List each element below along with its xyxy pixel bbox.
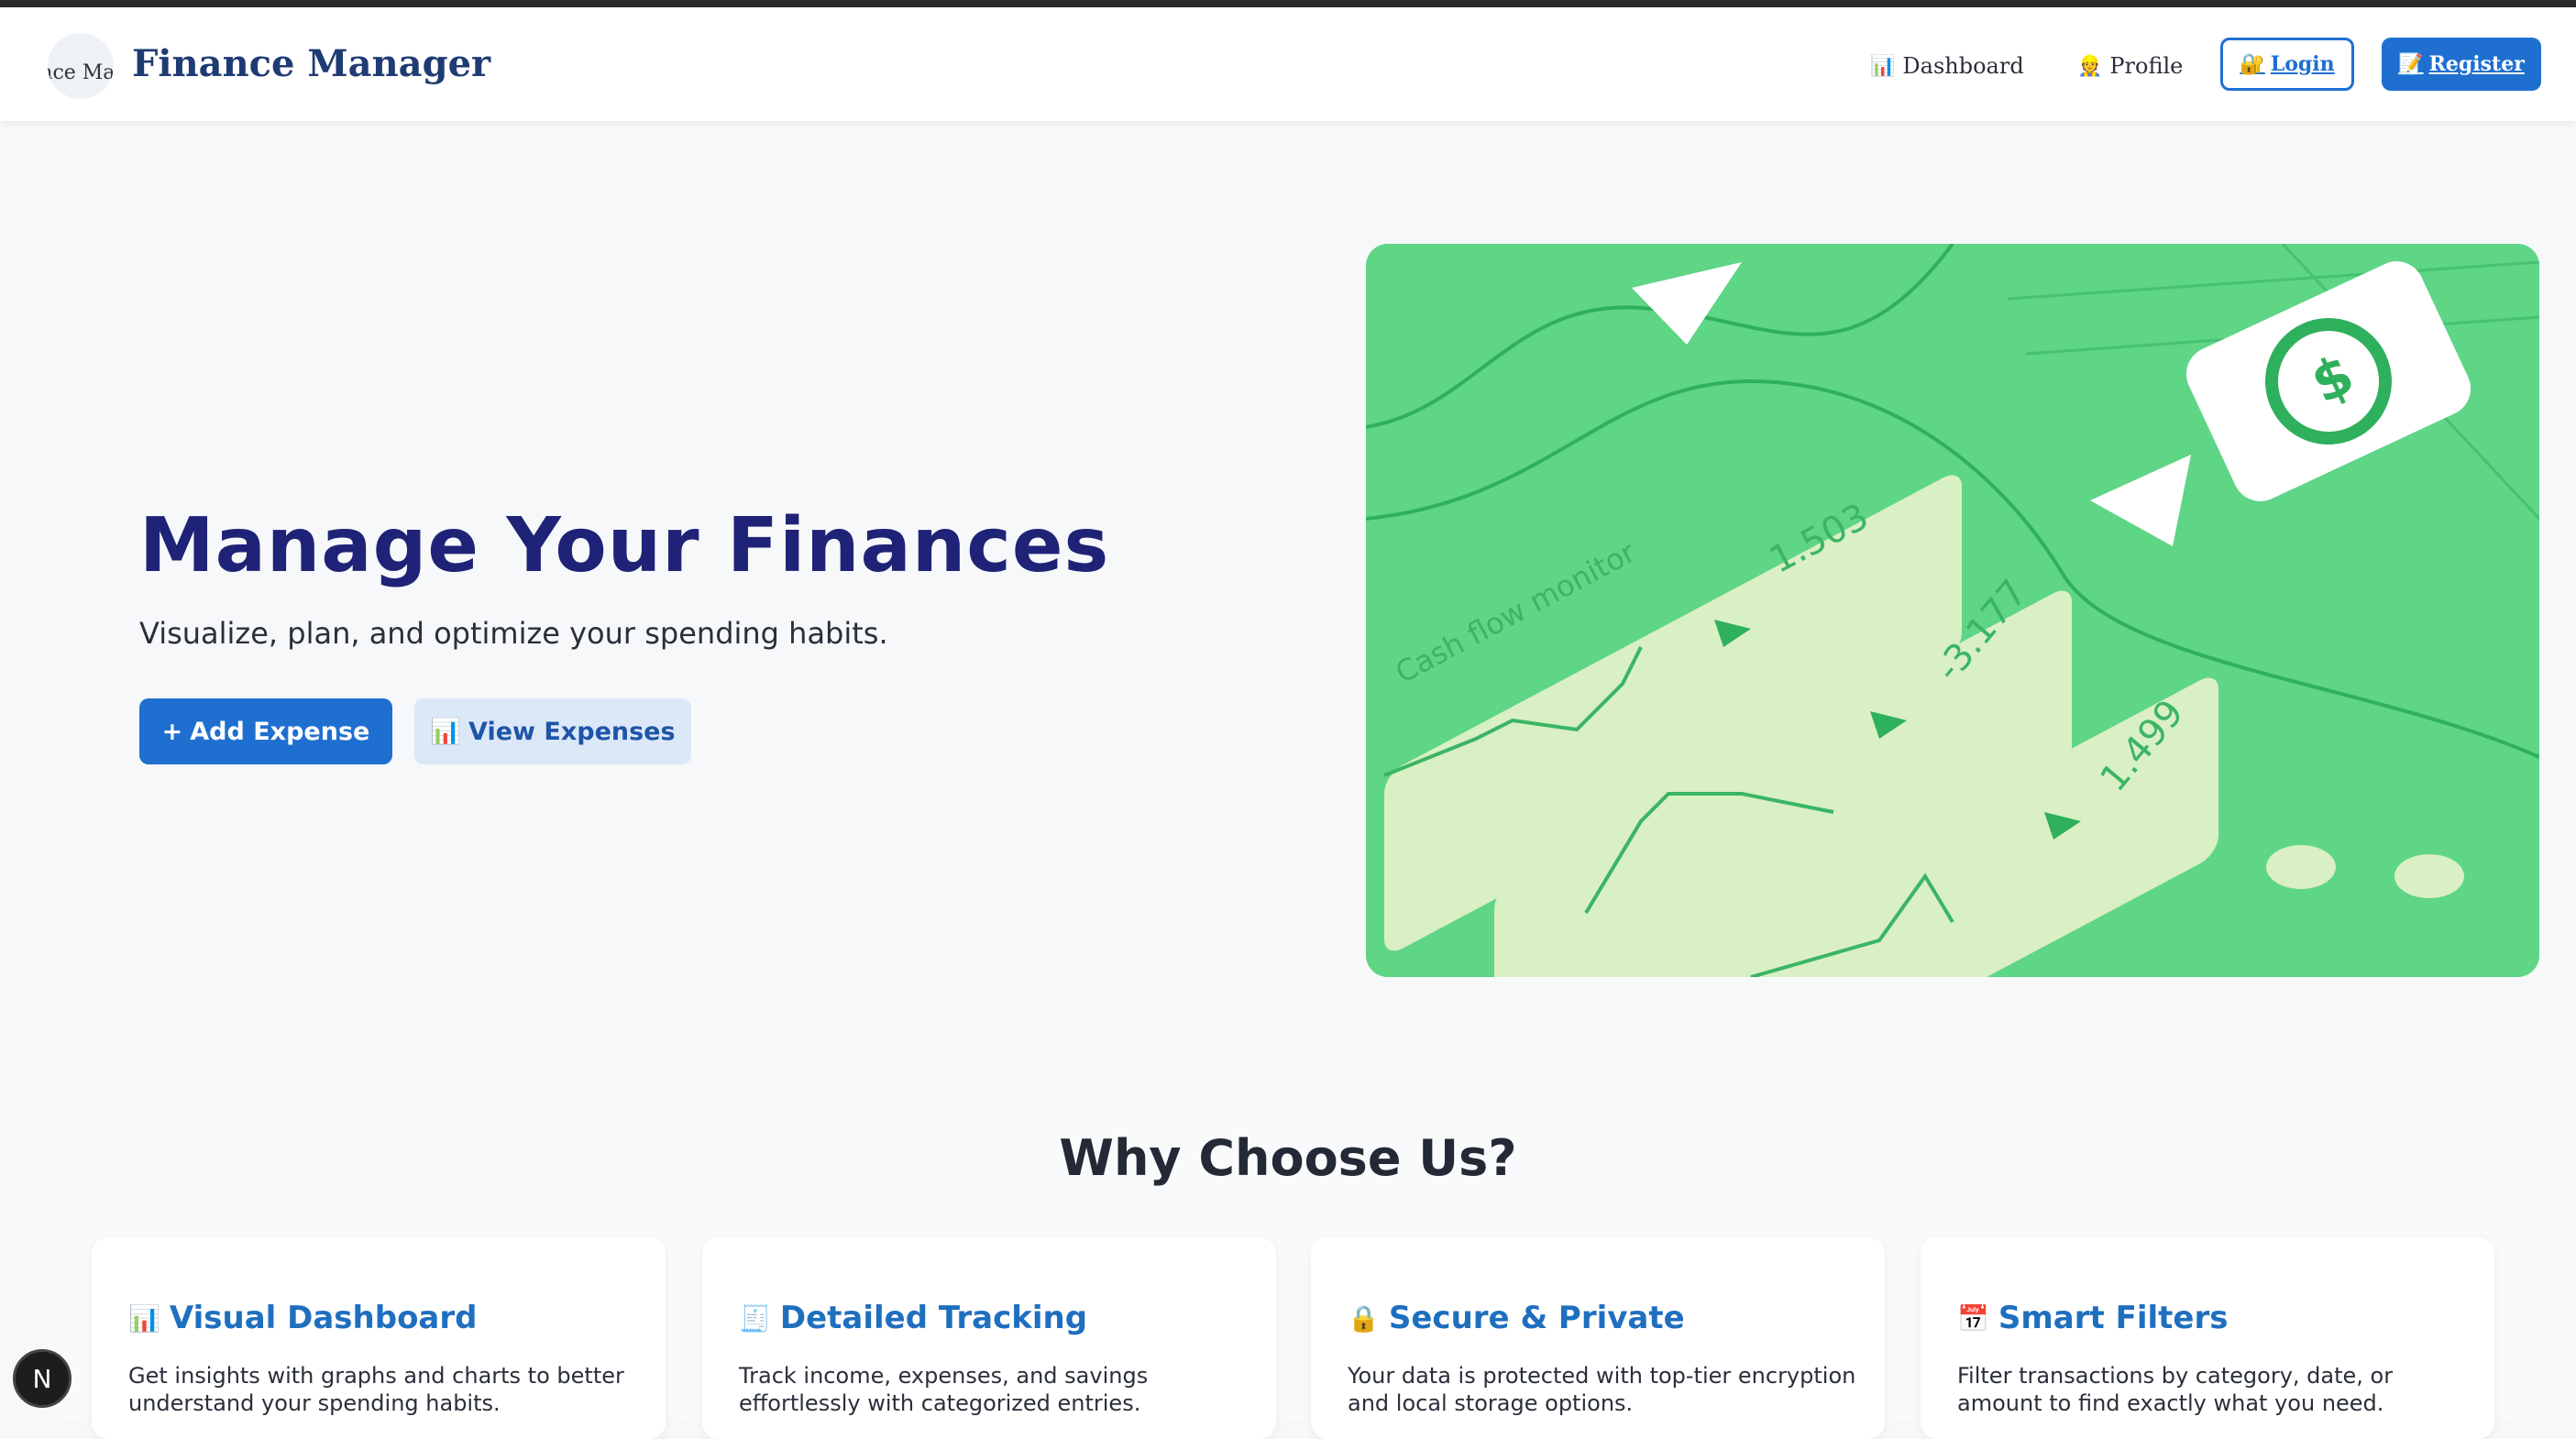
receipt-icon: 🧾 [739,1302,771,1334]
nav-dashboard-link[interactable]: 📊 Dashboard [1870,53,2024,79]
login-button[interactable]: 🔐 Login [2220,38,2354,91]
memo-icon: 📝 [2398,52,2424,76]
add-expense-label: Add Expense [190,717,370,746]
feature-title: 📅 Smart Filters [1957,1300,2228,1336]
feature-description: Get insights with graphs and charts to b… [128,1363,624,1416]
bar-chart-icon: 📊 [128,1302,160,1334]
plus-icon: + [161,717,183,746]
lock-icon: 🔒 [1348,1302,1380,1334]
feature-title: 🔒 Secure & Private [1348,1300,1685,1336]
register-button[interactable]: 📝 Register [2382,38,2541,91]
feature-card: 📅 Smart Filters Filter transactions by c… [1921,1237,2494,1439]
why-choose-us-title: Why Choose Us? [1059,1129,1517,1187]
dev-tools-badge[interactable]: N [13,1349,72,1408]
calendar-icon: 📅 [1957,1302,1989,1334]
bar-chart-icon: 📊 [430,718,462,746]
feature-title-text: Detailed Tracking [779,1300,1088,1336]
feature-description: Your data is protected with top-tier enc… [1348,1363,1856,1416]
hero-title: Manage Your Finances [139,502,1110,589]
view-expenses-label: View Expenses [468,717,676,746]
nav-profile-link[interactable]: 👷 Profile [2077,53,2183,79]
bar-chart-icon: 📊 [1870,54,1896,78]
feature-description: Track income, expenses, and savings effo… [739,1363,1149,1416]
add-expense-button[interactable]: + Add Expense [139,698,392,764]
lock-key-icon: 🔐 [2240,52,2265,76]
feature-title-text: Secure & Private [1388,1300,1685,1336]
hero-illustration: $ Cash flow monitor 1.503 -3.177 1.499 [1366,244,2539,977]
login-label: Login [2270,52,2335,76]
window-top-border [0,0,2576,7]
cash-flow-illustration: $ Cash flow monitor 1.503 -3.177 1.499 [1366,244,2539,977]
logo-alt-text: Finance Manager [48,60,114,84]
feature-card: 🧾 Detailed Tracking Track income, expens… [702,1237,1276,1439]
nav-dashboard-label: Dashboard [1902,53,2024,79]
feature-title-text: Visual Dashboard [169,1300,478,1336]
feature-card: 📊 Visual Dashboard Get insights with gra… [92,1237,666,1439]
hero-subtitle: Visualize, plan, and optimize your spend… [139,616,888,651]
view-expenses-button[interactable]: 📊 View Expenses [414,698,691,764]
site-header: Finance Manager Finance Manager 📊 Dashbo… [0,7,2576,121]
person-icon: 👷 [2077,54,2103,78]
feature-card: 🔒 Secure & Private Your data is protecte… [1311,1237,1885,1439]
feature-title-text: Smart Filters [1998,1300,2229,1336]
logo-image[interactable]: Finance Manager [48,33,114,99]
brand-title[interactable]: Finance Manager [132,42,490,85]
feature-description: Filter transactions by category, date, o… [1957,1363,2394,1416]
feature-title: 🧾 Detailed Tracking [739,1300,1087,1336]
register-label: Register [2428,52,2525,76]
feature-title: 📊 Visual Dashboard [128,1300,477,1336]
nav-profile-label: Profile [2109,53,2184,79]
